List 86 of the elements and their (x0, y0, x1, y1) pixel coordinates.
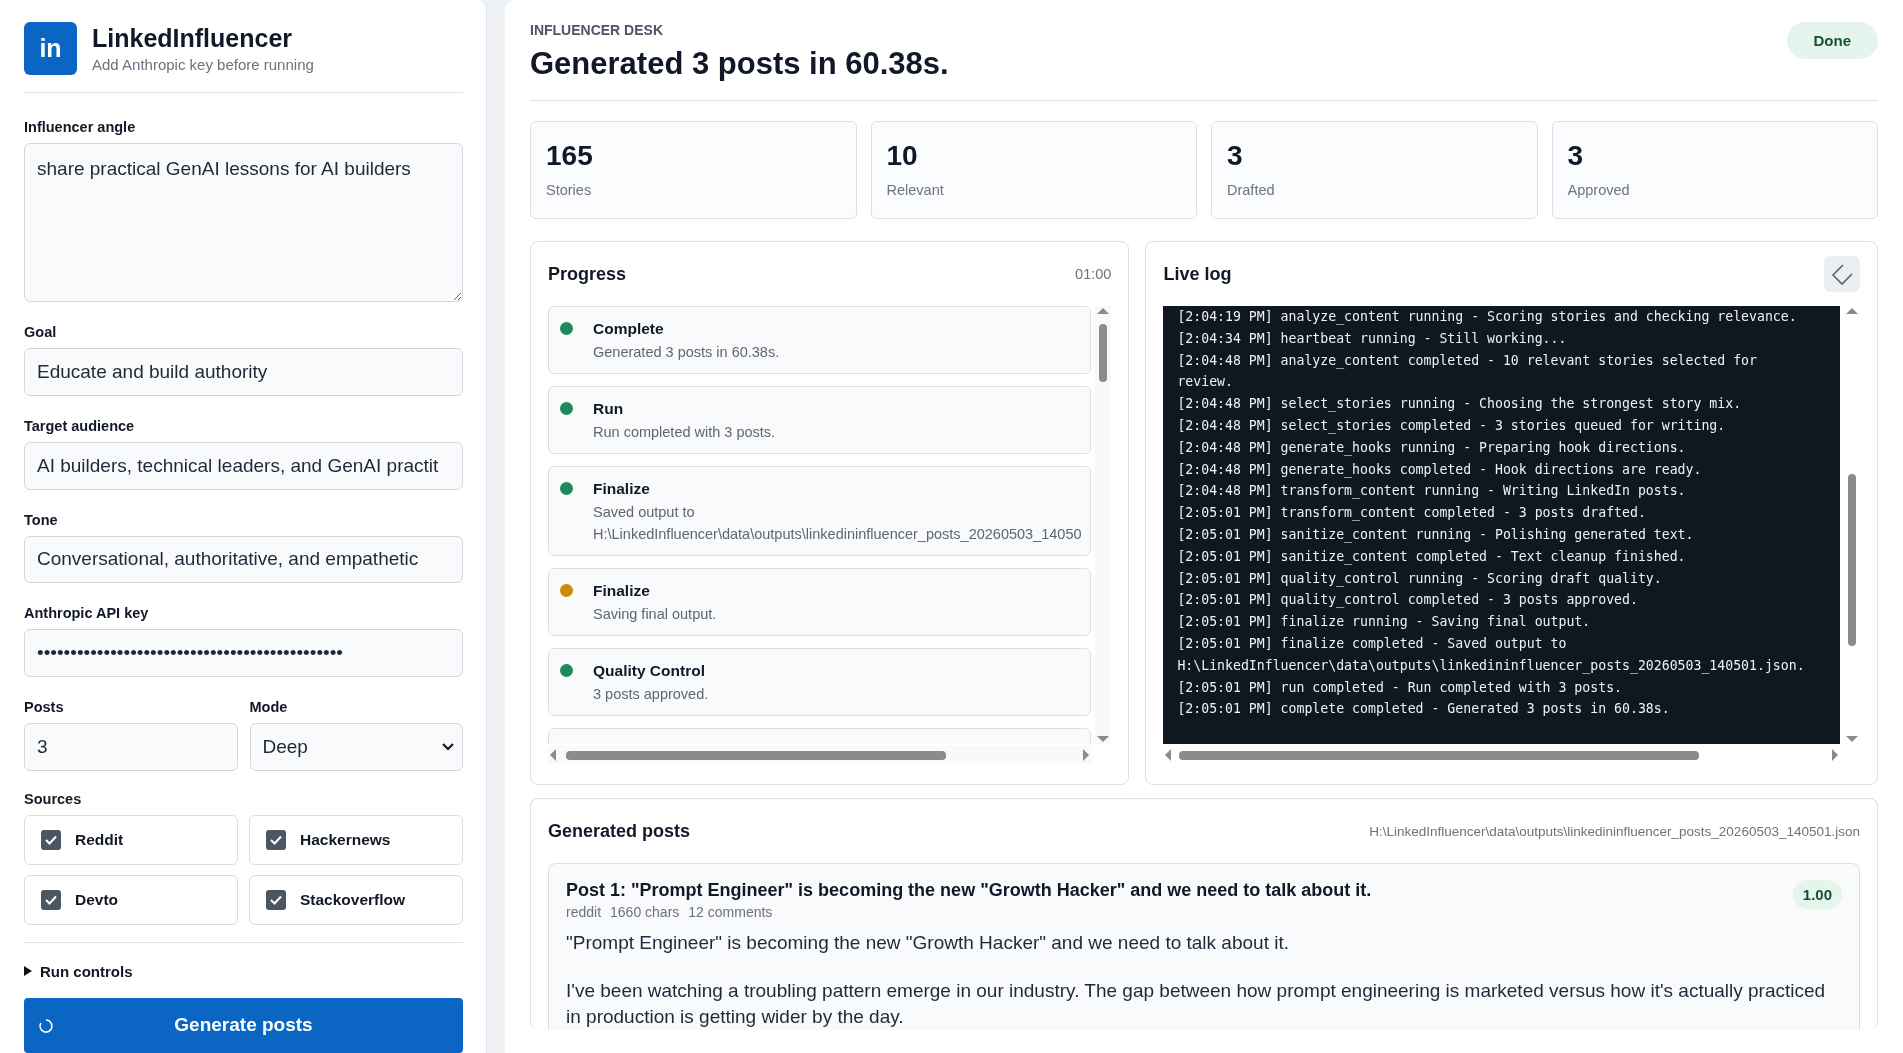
post-length: 1660 chars (610, 904, 680, 920)
checkmark-icon (270, 894, 282, 905)
stat-value: 165 (546, 140, 594, 172)
log-line: [2:05:01 PM] run completed - Run completed with 3 posts. (1177, 678, 1623, 697)
field-label: Sources (24, 790, 82, 807)
field-label: Posts (24, 698, 64, 715)
panel-title: Progress (548, 263, 627, 285)
status-badge: Done (1786, 22, 1878, 59)
input-field[interactable]: •••••••••••••••••••••••••••••••••••••••••••••• (24, 629, 463, 677)
collapse-button[interactable] (1824, 256, 1860, 292)
logo-icon: in (24, 22, 77, 75)
log-line: [2:05:01 PM] finalize running - Saving final output. (1177, 613, 1592, 632)
page-title: Generated 3 posts in 60.38s. (530, 46, 949, 82)
step-name: Finalize (593, 480, 651, 498)
log-line: [2:05:01 PM] complete completed - Generated 3 posts in 60.38s. (1177, 700, 1671, 719)
step-name: Run (593, 400, 625, 418)
checkmark-icon (270, 834, 282, 845)
run-controls-toggle[interactable]: Run controls (24, 962, 133, 980)
log-line: [2:04:34 PM] heartbeat running - Still working... (1177, 329, 1568, 348)
log-line: [2:04:48 PM] transform_content running - Writing LinkedIn posts. (1177, 482, 1687, 501)
field-label: Goal (24, 324, 57, 341)
input-field[interactable]: Conversational, authoritative, and empathetic (24, 535, 463, 584)
app-subtitle: Add Anthropic key before running (92, 56, 314, 73)
stat-value: 3 (1567, 140, 1585, 172)
source-checkbox[interactable]: Stackoverflow (249, 874, 463, 925)
step-detail: Saved output to (593, 504, 696, 520)
output-path: H:\LinkedInfluencer\data\outputs\linkedininfluencer_posts_20260503_140501.json (1369, 823, 1860, 839)
log-line: [2:04:19 PM] analyze_content running - Scoring stories and checking relevance. (1177, 308, 1798, 327)
triangle-right-icon (24, 966, 32, 977)
step-detail: Saving final output. (593, 606, 717, 622)
log-line: [2:04:48 PM] select_stories running - Choosing the strongest story mix. (1177, 395, 1743, 414)
log-line: [2:04:48 PM] analyze_content completed - 10 relevant stories selected for review. (1177, 351, 1758, 392)
spinner-icon (38, 1017, 54, 1034)
step-name: Quality Control (593, 662, 706, 680)
post-comments: 12 comments (688, 904, 773, 920)
field-label: Mode (249, 698, 288, 715)
section-eyebrow: INFLUENCER DESK (530, 22, 664, 38)
stat-label: Drafted (1227, 182, 1276, 198)
field-label: Target audience (24, 418, 135, 434)
field-label: Anthropic API key (24, 605, 149, 622)
input-field[interactable]: Educate and build authority (24, 348, 463, 396)
generate-button[interactable]: Generate posts (24, 997, 463, 1053)
stat-value: 10 (886, 140, 919, 172)
field-label: Influencer angle (24, 119, 136, 135)
step-detail: 3 posts approved. (593, 686, 709, 702)
checkmark-icon (45, 894, 57, 905)
source-checkbox[interactable]: Reddit (24, 814, 238, 865)
post-source: reddit (566, 904, 602, 920)
scrollbar[interactable] (1095, 306, 1112, 744)
stat-label: Approved (1567, 182, 1631, 198)
log-line: [2:05:01 PM] sanitize_content completed - Text cleanup finished. (1177, 547, 1687, 567)
elapsed-time: 01:00 (1075, 266, 1112, 282)
log-line: [2:05:01 PM] quality_control completed - 3 posts approved. (1177, 591, 1639, 610)
source-checkbox[interactable]: Hackernews (249, 814, 463, 865)
post-paragraph: "Prompt Engineer" is becoming the new "Growth Hacker" and we need to talk about it. (566, 931, 1290, 955)
number-field[interactable]: 3 (24, 722, 238, 771)
stat-label: Relevant (886, 182, 945, 198)
log-line: [2:04:48 PM] generate_hooks completed - Hook directions are ready. (1177, 460, 1703, 480)
log-line: [2:05:01 PM] quality_control running - Scoring draft quality. (1177, 569, 1663, 589)
panel-title: Generated posts (548, 820, 691, 842)
post-paragraph: I've been watching a troubling pattern emerge in our industry. The gap between how prompt engineering is marketed versus how it's actually practiced in production is getting wider by the day. (566, 979, 1827, 1029)
mode-select[interactable]: Deep (249, 722, 463, 771)
chevron-down-icon (442, 742, 454, 751)
stat-label: Stories (546, 182, 593, 198)
log-line: [2:05:01 PM] sanitize_content running - Polishing generated text. (1177, 525, 1695, 545)
checkmark-icon (45, 834, 57, 845)
log-line: [2:04:48 PM] generate_hooks running - Preparing hook directions. (1177, 438, 1687, 458)
score-badge: 1.00 (1792, 880, 1842, 909)
step-detail: H:\LinkedInfluencer\data\outputs\linkedininfluencer_posts_20260503_14050 (593, 526, 1082, 542)
chevron-icon (1830, 262, 1854, 286)
log-line: [2:04:48 PM] select_stories completed - 3 stories queued for writing. (1177, 417, 1727, 436)
textarea-field[interactable]: share practical GenAI lessons for AI builders (24, 143, 463, 303)
step-name: Complete (593, 320, 665, 338)
post-title: Post 1: "Prompt Engineer" is becoming the new "Growth Hacker" and we need to talk about it. (566, 880, 1372, 901)
scrollbar[interactable] (548, 746, 1092, 764)
app-name: LinkedInfluencer (92, 24, 294, 53)
source-checkbox[interactable]: Devto (24, 874, 238, 925)
input-field[interactable]: AI builders, technical leaders, and GenAI practit (24, 442, 463, 490)
step-name: Finalize (593, 582, 651, 600)
log-line: [2:05:01 PM] finalize completed - Saved output to H:\LinkedInfluencer\data\outputs\linkedininfluencer_posts_20260503_140501.json. (1177, 634, 1806, 676)
step-detail: Generated 3 posts in 60.38s. (593, 344, 780, 360)
step-detail: Run completed with 3 posts. (593, 424, 776, 440)
stat-value: 3 (1227, 140, 1244, 172)
panel-title: Live log (1163, 263, 1232, 285)
log-line: [2:05:01 PM] transform_content completed - 3 posts drafted. (1177, 504, 1647, 523)
field-label: Tone (24, 511, 58, 528)
